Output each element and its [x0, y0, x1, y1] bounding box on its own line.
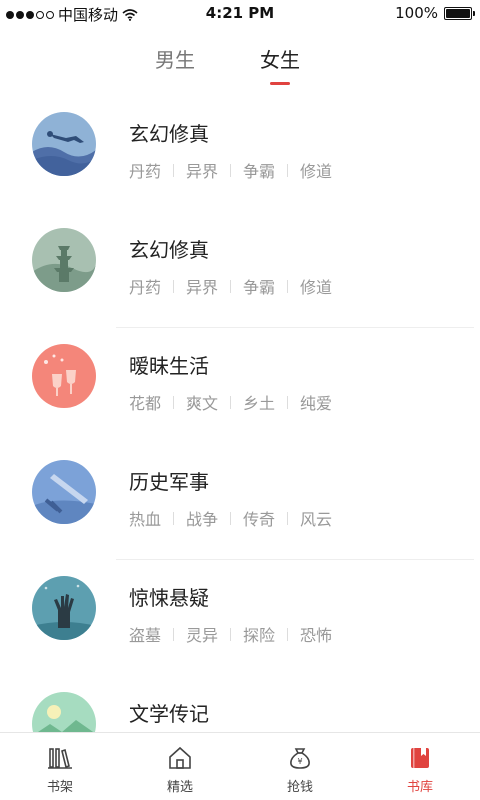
- nav-featured[interactable]: 精选: [120, 733, 240, 800]
- nav-library[interactable]: 书库: [360, 733, 480, 800]
- tag[interactable]: 丹药: [129, 274, 161, 298]
- category-row[interactable]: 玄幻修真 丹药 异界 争霸 修道: [0, 216, 480, 332]
- category-title: 历史军事: [129, 470, 209, 494]
- category-row[interactable]: 惊悚悬疑 盗墓 灵异 探险 恐怖: [0, 564, 480, 680]
- battery-icon: [444, 6, 475, 20]
- tab-female[interactable]: 女生: [260, 44, 300, 73]
- library-icon: [405, 743, 435, 773]
- zombie-hand-icon: [32, 576, 96, 640]
- tag[interactable]: 盗墓: [129, 622, 161, 646]
- money-bag-icon: ¥: [285, 743, 315, 773]
- category-row[interactable]: 玄幻修真 丹药 异界 争霸 修道: [0, 100, 480, 216]
- tag[interactable]: 灵异: [186, 622, 218, 646]
- sword-icon: [32, 460, 96, 524]
- category-title: 暧昧生活: [129, 354, 209, 378]
- tag[interactable]: 争霸: [243, 158, 275, 182]
- tab-male[interactable]: 男生: [155, 44, 195, 73]
- tag[interactable]: 热血: [129, 506, 161, 530]
- tag[interactable]: 恐怖: [300, 622, 332, 646]
- tag[interactable]: 修道: [300, 158, 332, 182]
- tag[interactable]: 风云: [300, 506, 332, 530]
- tag[interactable]: 异界: [186, 158, 218, 182]
- tag[interactable]: 丹药: [129, 158, 161, 182]
- svg-text:¥: ¥: [297, 757, 302, 766]
- bookshelf-icon: [45, 743, 75, 773]
- nav-label: 书架: [46, 780, 73, 795]
- category-tags: 丹药 异界 争霸 修道: [129, 274, 332, 298]
- category-tags: 热血 战争 传奇 风云: [129, 506, 332, 530]
- tag[interactable]: 传奇: [243, 506, 275, 530]
- battery-percent: 100%: [395, 4, 438, 22]
- nav-label: 书库: [406, 780, 433, 795]
- category-title: 玄幻修真: [129, 238, 209, 262]
- tag[interactable]: 花都: [129, 390, 161, 414]
- bottom-nav: 书架 精选 ¥ 抢钱 书库: [0, 732, 480, 800]
- category-tags: 丹药 异界 争霸 修道: [129, 158, 332, 182]
- category-tags: 花都 爽文 乡土 纯爱: [129, 390, 332, 414]
- tag[interactable]: 纯爱: [300, 390, 332, 414]
- tag[interactable]: 修道: [300, 274, 332, 298]
- tag[interactable]: 乡土: [243, 390, 275, 414]
- tag[interactable]: 探险: [243, 622, 275, 646]
- nav-label: 精选: [166, 780, 193, 795]
- tag[interactable]: 战争: [186, 506, 218, 530]
- category-title: 玄幻修真: [129, 122, 209, 146]
- pagoda-icon: [32, 228, 96, 292]
- category-title: 文学传记: [129, 702, 209, 726]
- status-bar: 中国移动 4:21 PM 100%: [0, 0, 480, 26]
- nav-label: 抢钱: [286, 780, 313, 795]
- category-row[interactable]: 暧昧生活 花都 爽文 乡土 纯爱: [0, 332, 480, 448]
- nav-bookshelf[interactable]: 书架: [0, 733, 120, 800]
- tag[interactable]: 异界: [186, 274, 218, 298]
- nav-earn[interactable]: ¥ 抢钱: [240, 733, 360, 800]
- category-list: 玄幻修真 丹药 异界 争霸 修道 玄幻修真 丹药 异界 争霸 修道 暧昧生活 花…: [0, 100, 480, 796]
- diver-icon: [32, 112, 96, 176]
- category-row[interactable]: 历史军事 热血 战争 传奇 风云: [0, 448, 480, 564]
- gender-tabs: 男生 女生: [0, 40, 480, 90]
- category-tags: 盗墓 灵异 探险 恐怖: [129, 622, 332, 646]
- tag[interactable]: 爽文: [186, 390, 218, 414]
- tab-active-indicator: [270, 82, 290, 85]
- wine-glasses-icon: [32, 344, 96, 408]
- home-icon: [165, 743, 195, 773]
- battery-info: 100%: [395, 4, 475, 22]
- category-title: 惊悚悬疑: [129, 586, 209, 610]
- tag[interactable]: 争霸: [243, 274, 275, 298]
